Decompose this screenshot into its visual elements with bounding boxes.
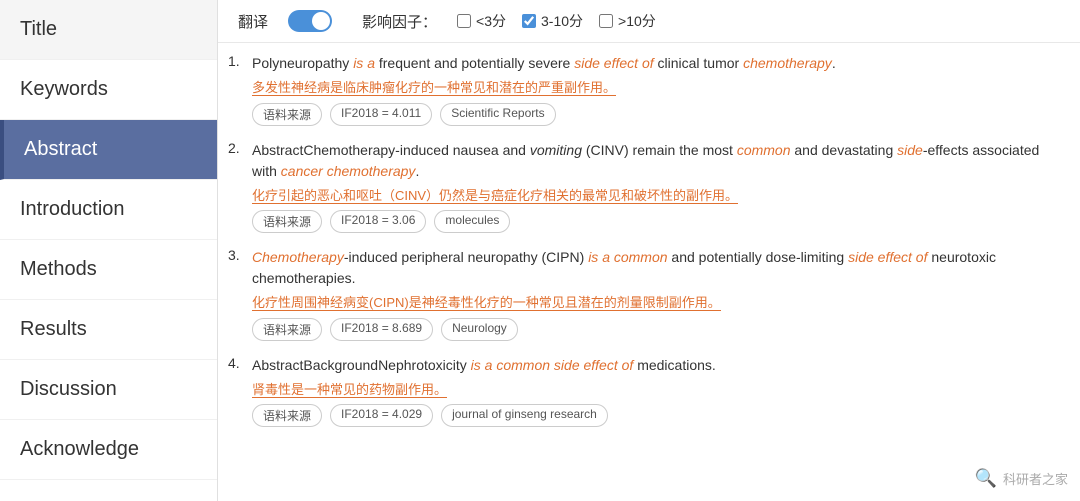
filter-group: <3分 3-10分 >10分 bbox=[457, 11, 656, 31]
filter-gt10-checkbox[interactable] bbox=[599, 14, 613, 28]
tag-2: Neurology bbox=[441, 318, 518, 341]
entry-en-text: Chemotherapy-induced peripheral neuropat… bbox=[252, 247, 1060, 289]
entry-1: 1. Polyneuropathy is a frequent and poten… bbox=[228, 53, 1060, 126]
tag-0: 语料来源 bbox=[252, 404, 322, 427]
entry-num-label: 2. bbox=[228, 140, 246, 156]
entry-en-text: AbstractBackgroundNephrotoxicity is a co… bbox=[252, 355, 716, 376]
entry-tags-1: 语料来源 IF2018 = 4.011 Scientific Reports bbox=[252, 103, 1060, 126]
filter-lt3-label: <3分 bbox=[476, 11, 506, 31]
translate-toggle[interactable] bbox=[288, 10, 332, 32]
sidebar-item-acknowledge[interactable]: Acknowledge bbox=[0, 420, 217, 480]
entry-en-text: Polyneuropathy is a frequent and potenti… bbox=[252, 53, 836, 74]
entry-4: 4. AbstractBackgroundNephrotoxicity is a … bbox=[228, 355, 1060, 428]
toolbar: 翻译 影响因子： <3分 3-10分 >10分 bbox=[218, 0, 1080, 43]
tag-0: 语料来源 bbox=[252, 103, 322, 126]
sidebar-item-keywords[interactable]: Keywords bbox=[0, 60, 217, 120]
main-content: 翻译 影响因子： <3分 3-10分 >10分 1. Polyneuropathy… bbox=[218, 0, 1080, 501]
sidebar-item-abstract[interactable]: Abstract bbox=[0, 120, 217, 180]
tag-1: IF2018 = 8.689 bbox=[330, 318, 433, 341]
entry-zh-3: 化疗性周围神经病变(CIPN)是神经毒性化疗的一种常见且潜在的剂量限制副作用。 bbox=[252, 293, 1060, 313]
content-area: 1. Polyneuropathy is a frequent and poten… bbox=[218, 43, 1080, 501]
tag-2: molecules bbox=[434, 210, 510, 233]
entry-tags-4: 语料来源 IF2018 = 4.029 journal of ginseng res… bbox=[252, 404, 1060, 427]
entry-num-label: 4. bbox=[228, 355, 246, 371]
tag-1: IF2018 = 4.011 bbox=[330, 103, 432, 126]
entry-zh-1: 多发性神经病是临床肿瘤化疗的一种常见和潜在的严重副作用。 bbox=[252, 78, 1060, 98]
sidebar-item-discussion[interactable]: Discussion bbox=[0, 360, 217, 420]
tag-1: IF2018 = 4.029 bbox=[330, 404, 433, 427]
filter-3-10-checkbox[interactable] bbox=[522, 14, 536, 28]
entry-tags-3: 语料来源 IF2018 = 8.689 Neurology bbox=[252, 318, 1060, 341]
entry-en-1: 1. Polyneuropathy is a frequent and poten… bbox=[228, 53, 1060, 74]
translate-label: 翻译 bbox=[238, 11, 268, 32]
entry-en-text: AbstractChemotherapy-induced nausea and … bbox=[252, 140, 1060, 182]
entry-tags-2: 语料来源 IF2018 = 3.06 molecules bbox=[252, 210, 1060, 233]
filter-3-10-label: 3-10分 bbox=[541, 11, 583, 31]
filter-gt10[interactable]: >10分 bbox=[599, 11, 656, 31]
sidebar-item-title[interactable]: Title bbox=[0, 0, 217, 60]
entry-num-label: 3. bbox=[228, 247, 246, 263]
tag-2: journal of ginseng research bbox=[441, 404, 608, 427]
filter-gt10-label: >10分 bbox=[618, 11, 656, 31]
influence-label: 影响因子： bbox=[362, 11, 437, 32]
entry-3: 3. Chemotherapy-induced peripheral neurop… bbox=[228, 247, 1060, 341]
entry-en-3: 3. Chemotherapy-induced peripheral neurop… bbox=[228, 247, 1060, 289]
entry-num-label: 1. bbox=[228, 53, 246, 69]
filter-lt3-checkbox[interactable] bbox=[457, 14, 471, 28]
sidebar-item-results[interactable]: Results bbox=[0, 300, 217, 360]
tag-0: 语料来源 bbox=[252, 318, 322, 341]
filter-lt3[interactable]: <3分 bbox=[457, 11, 506, 31]
tag-0: 语料来源 bbox=[252, 210, 322, 233]
sidebar-item-introduction[interactable]: Introduction bbox=[0, 180, 217, 240]
entry-2: 2. AbstractChemotherapy-induced nausea an… bbox=[228, 140, 1060, 234]
sidebar-item-methods[interactable]: Methods bbox=[0, 240, 217, 300]
entry-zh-2: 化疗引起的恶心和呕吐（CINV）仍然是与癌症化疗相关的最常见和破坏性的副作用。 bbox=[252, 186, 1060, 206]
tag-1: IF2018 = 3.06 bbox=[330, 210, 426, 233]
entry-zh-4: 肾毒性是一种常见的药物副作用。 bbox=[252, 380, 1060, 400]
entry-en-4: 4. AbstractBackgroundNephrotoxicity is a … bbox=[228, 355, 1060, 376]
tag-2: Scientific Reports bbox=[440, 103, 555, 126]
filter-3-10[interactable]: 3-10分 bbox=[522, 11, 583, 31]
sidebar: TitleKeywordsAbstractIntroductionMethods… bbox=[0, 0, 218, 501]
entry-en-2: 2. AbstractChemotherapy-induced nausea an… bbox=[228, 140, 1060, 182]
